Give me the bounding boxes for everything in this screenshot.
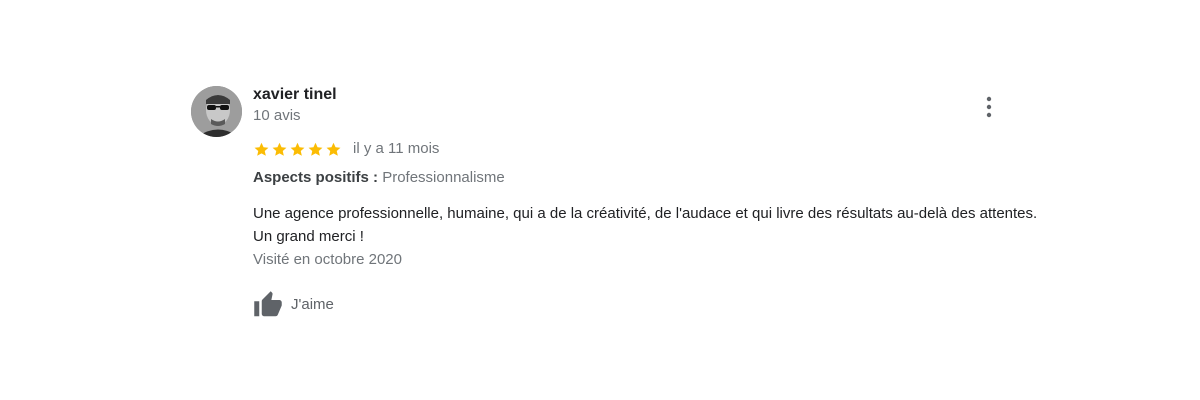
like-label: J'aime [291, 296, 334, 313]
more-options-button[interactable] [979, 94, 999, 120]
review-content: xavier tinel 10 avis il y a 11 mois Aspe… [253, 84, 1037, 320]
thumbs-up-icon [253, 290, 283, 320]
avatar-image [191, 86, 242, 137]
visit-date: Visité en octobre 2020 [253, 251, 402, 268]
review-card: xavier tinel 10 avis il y a 11 mois Aspe… [191, 84, 1037, 324]
like-button[interactable]: J'aime [253, 290, 1013, 320]
avatar[interactable] [191, 86, 242, 137]
aspects-value: Professionnalisme [382, 169, 505, 186]
rating-row: il y a 11 mois [253, 138, 1013, 160]
more-vert-icon [986, 96, 992, 118]
star-icon [271, 141, 288, 158]
star-icon [289, 141, 306, 158]
aspects-label: Aspects positifs : [253, 169, 379, 186]
star-icon [325, 141, 342, 158]
review-text: Une agence professionnelle, humaine, qui… [253, 205, 1038, 245]
author-name[interactable]: xavier tinel [253, 84, 1013, 106]
author-review-count[interactable]: 10 avis [253, 106, 1013, 126]
star-rating [253, 141, 343, 158]
star-icon [307, 141, 324, 158]
star-icon [253, 141, 270, 158]
aspects-row: Aspects positifs : Professionnalisme [253, 168, 1013, 188]
review-date: il y a 11 mois [353, 140, 440, 157]
